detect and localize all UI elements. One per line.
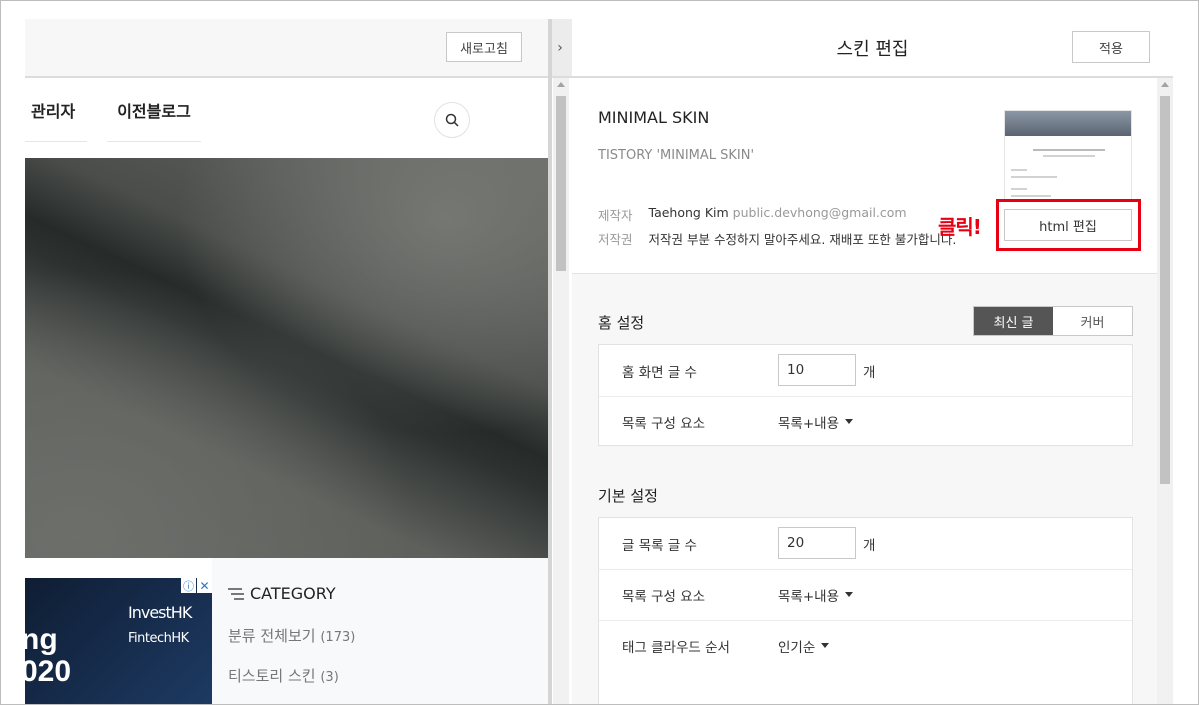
skin-info-card: MINIMAL SKIN TISTORY 'MINIMAL SKIN' 제작자 … (572, 78, 1157, 274)
author-row: 제작자 Taehong Kim public.devhong@gmail.com (598, 205, 907, 224)
thumbnail-line (1011, 169, 1027, 171)
home-settings-title: 홈 설정 (598, 314, 645, 332)
select-value: 목록+내용 (778, 588, 839, 605)
ad-info-icon[interactable]: ⓘ (181, 578, 196, 593)
category-item-tistory-skin[interactable]: 티스토리 스킨 (3) (228, 665, 339, 686)
thumbnail-line (1011, 188, 1027, 190)
settings-row: 홈 화면 글 수 개 (599, 345, 1132, 397)
ad-brand-investhk: InvestHK (128, 603, 192, 622)
list-post-count-input[interactable] (778, 527, 856, 559)
nav-tab-previous-blog[interactable]: 이전블로그 (107, 78, 201, 142)
editor-scrollbar[interactable] (1157, 78, 1173, 704)
blog-preview-pane: 새로고침 › 관리자 이전블로그 ng 020 InvestHK Fintech… (25, 19, 572, 704)
copyright-text: 저작권 부분 수정하지 말아주세요. 재배포 또한 불가합니다. (648, 232, 957, 247)
basic-settings-title: 기본 설정 (598, 487, 658, 505)
list-component-select[interactable]: 목록+내용 (778, 569, 853, 620)
category-item-label: 티스토리 스킨 (228, 667, 316, 685)
preview-scrollbar[interactable] (553, 78, 569, 704)
category-title: CATEGORY (228, 584, 336, 603)
search-icon (445, 113, 459, 127)
select-value: 목록+내용 (778, 415, 839, 432)
blog-preview: 관리자 이전블로그 ng 020 InvestHK FintechHK ⓘ ✕ (25, 78, 552, 704)
select-value: 인기순 (778, 639, 816, 656)
refresh-button[interactable]: 새로고침 (446, 32, 522, 62)
author-name: Taehong Kim (648, 205, 729, 220)
toggle-latest-posts[interactable]: 최신 글 (974, 307, 1053, 335)
scrollbar-thumb[interactable] (556, 96, 566, 271)
row-label: 목록 구성 요소 (622, 415, 706, 432)
copyright-label: 저작권 (598, 232, 633, 247)
tag-cloud-order-select[interactable]: 인기순 (778, 620, 830, 671)
unit-label: 개 (863, 537, 876, 554)
category-item-count: (173) (320, 630, 356, 645)
caret-down-icon (845, 592, 853, 597)
settings-row: 목록 구성 요소 목록+내용 (599, 396, 1132, 447)
category-item-all[interactable]: 분류 전체보기 (173) (228, 625, 355, 646)
author-label: 제작자 (598, 208, 633, 223)
chevron-right-icon: › (557, 39, 563, 56)
preview-toolbar: 새로고침 › (25, 19, 572, 78)
settings-row: 목록 구성 요소 목록+내용 (599, 569, 1132, 621)
home-list-component-select[interactable]: 목록+내용 (778, 396, 853, 447)
settings-row: 글 목록 글 수 개 (599, 518, 1132, 570)
thumbnail-line (1011, 176, 1057, 178)
ad-close-icon[interactable]: ✕ (197, 578, 212, 593)
category-item-label: 분류 전체보기 (228, 627, 316, 645)
basic-settings-panel: 글 목록 글 수 개 목록 구성 요소 목록+내용 태그 클라우드 순서 인기순 (598, 517, 1133, 704)
thumbnail-line (1011, 195, 1051, 197)
html-edit-button[interactable]: html 편집 (1004, 209, 1132, 241)
row-label: 글 목록 글 수 (622, 537, 697, 554)
thumbnail-cover (1005, 111, 1131, 136)
caret-down-icon (821, 643, 830, 648)
nav-tab-admin[interactable]: 관리자 (25, 78, 87, 142)
click-annotation: 클릭! (938, 215, 982, 239)
unit-label: 개 (863, 364, 876, 381)
ad-brand-fintechhk: FintechHK (128, 631, 189, 646)
category-widget: CATEGORY 분류 전체보기 (173) 티스토리 스킨 (3) (212, 558, 552, 704)
caret-down-icon (845, 419, 853, 424)
author-email: public.devhong@gmail.com (732, 205, 907, 220)
scroll-up-arrow-icon[interactable] (557, 82, 565, 87)
hero-cover-image (25, 158, 552, 558)
author-info: Taehong Kim public.devhong@gmail.com (649, 205, 907, 224)
settings-row: 태그 클라우드 순서 인기순 (599, 620, 1132, 671)
row-label: 태그 클라우드 순서 (622, 639, 730, 656)
row-label: 목록 구성 요소 (622, 588, 706, 605)
skin-subtitle: TISTORY 'MINIMAL SKIN' (598, 148, 755, 163)
pane-divider[interactable] (548, 19, 552, 704)
row-label: 홈 화면 글 수 (622, 364, 697, 381)
thumbnail-line (1033, 149, 1105, 151)
menu-lines-icon (228, 587, 244, 600)
scroll-up-arrow-icon[interactable] (1161, 82, 1169, 87)
scrollbar-thumb[interactable] (1160, 96, 1170, 484)
copyright-row: 저작권 저작권 부분 수정하지 말아주세요. 재배포 또한 불가합니다. (598, 229, 956, 248)
category-item-count: (3) (320, 670, 339, 685)
skin-thumbnail (1004, 110, 1132, 202)
category-title-text: CATEGORY (250, 584, 336, 603)
home-mode-toggle: 최신 글 커버 (973, 306, 1133, 336)
home-post-count-input[interactable] (778, 354, 856, 386)
thumbnail-line (1043, 155, 1095, 157)
apply-button[interactable]: 적용 (1072, 31, 1150, 63)
toggle-cover[interactable]: 커버 (1053, 307, 1132, 335)
window-frame: 새로고침 › 관리자 이전블로그 ng 020 InvestHK Fintech… (0, 0, 1199, 705)
search-button[interactable] (434, 102, 470, 138)
editor-header: 스킨 편집 적용 (572, 19, 1173, 78)
skin-editor-pane: 스킨 편집 적용 MINIMAL SKIN TISTORY 'MINIMAL S… (572, 19, 1173, 704)
advertisement-banner[interactable]: ng 020 InvestHK FintechHK ⓘ ✕ (25, 578, 212, 704)
home-settings-panel: 홈 화면 글 수 개 목록 구성 요소 목록+내용 (598, 344, 1133, 446)
skin-name: MINIMAL SKIN (598, 108, 710, 127)
ad-headline: ng 020 (25, 623, 72, 688)
